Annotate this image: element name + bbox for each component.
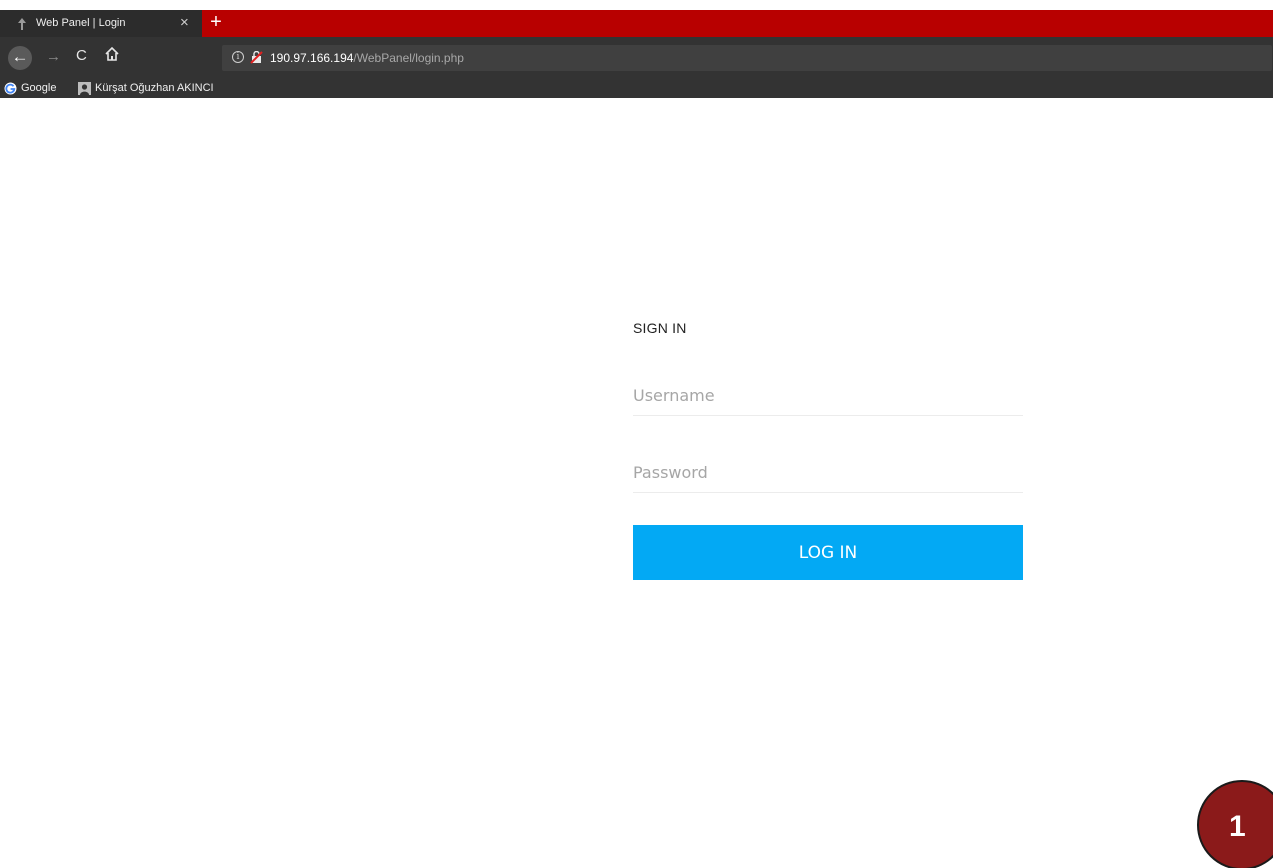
forward-button[interactable]: → [46,48,61,65]
step-number-badge: 1 [1197,780,1273,868]
reload-button[interactable]: C [76,47,87,64]
url-host: 190.97.166.194 [270,51,354,65]
home-icon[interactable] [104,46,120,62]
google-icon [4,82,17,94]
password-input[interactable] [633,453,1023,493]
bookmark-profile[interactable]: Kürşat Oğuzhan AKINCI [78,80,214,96]
log-in-button[interactable]: LOG IN [633,525,1023,580]
back-button[interactable]: ← [8,46,32,70]
url-text[interactable]: 190.97.166.194/WebPanel/login.php [270,51,464,65]
address-bar[interactable]: i 190.97.166.194/WebPanel/login.php [222,45,1272,71]
url-path: /WebPanel/login.php [353,51,464,65]
tab-title: Web Panel | Login [36,17,126,29]
bookmarks-bar: Google Kürşat Oğuzhan AKINCI [0,78,1273,98]
navigation-bar: ← → C i 190.97.166.194/WebPanel/login.ph… [0,37,1273,78]
sign-in-heading: SIGN IN [633,320,687,336]
bookmark-google[interactable]: Google [4,80,56,96]
close-tab-icon[interactable]: × [180,13,189,33]
tab-strip: Web Panel | Login × + [0,10,1273,37]
insecure-lock-icon[interactable] [250,51,263,64]
favicon-icon [18,18,26,30]
bookmark-label: Google [21,82,57,94]
profile-icon [78,81,91,95]
browser-tab[interactable]: Web Panel | Login × [0,10,202,37]
login-page: SIGN IN LOG IN [0,98,1273,868]
username-input[interactable] [633,376,1023,416]
bookmark-label: Kürşat Oğuzhan AKINCI [95,82,214,94]
info-icon[interactable]: i [232,51,244,63]
new-tab-button[interactable]: + [206,10,226,37]
